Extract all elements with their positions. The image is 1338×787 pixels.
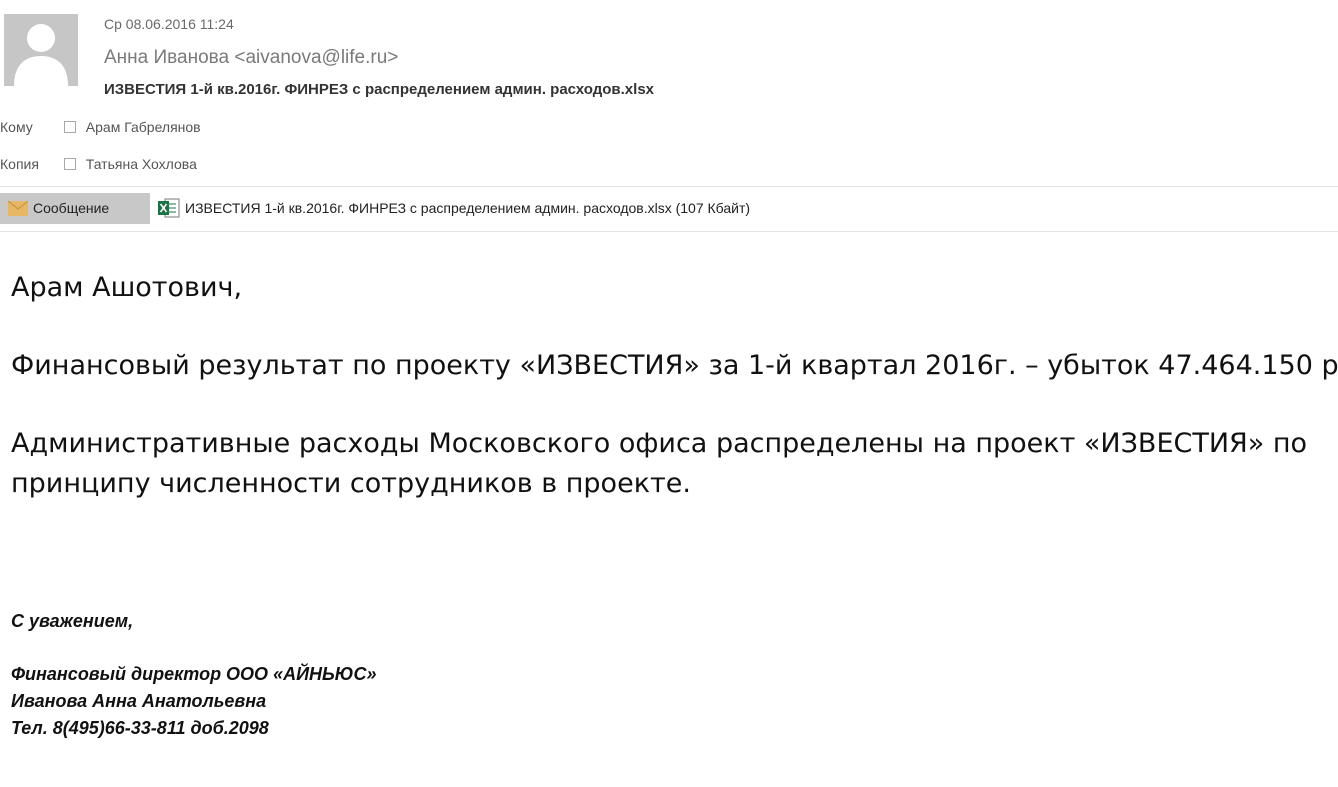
sender[interactable]: Анна Иванова <aivanova@life.ru> <box>104 46 654 70</box>
cc-label: Копия <box>0 156 39 172</box>
divider <box>0 186 1338 187</box>
signature: С уважением, Финансовый директор ООО «АЙ… <box>11 608 377 742</box>
excel-file-icon <box>158 198 180 218</box>
to-row: Кому Арам Габрелянов <box>0 116 201 138</box>
email-reading-pane: Ср 08.06.2016 11:24 Анна Иванова <aivano… <box>0 0 1338 787</box>
divider <box>0 231 1338 232</box>
signature-name: Иванова Анна Анатольевна <box>11 691 267 711</box>
avatar <box>4 14 78 86</box>
signature-regards: С уважением, <box>11 611 134 631</box>
greeting: Арам Ашотович, <box>11 272 243 303</box>
recipient-checkbox[interactable] <box>63 158 76 170</box>
to-recipient[interactable]: Арам Габрелянов <box>86 119 201 135</box>
tab-message-label: Сообщение <box>33 200 110 216</box>
attachment-bar: Сообщение ИЗВЕСТИЯ 1-й кв.2016г. ФИНРЕЗ … <box>0 193 1338 224</box>
message-header: Ср 08.06.2016 11:24 Анна Иванова <aivano… <box>104 14 654 100</box>
attachment-label: ИЗВЕСТИЯ 1-й кв.2016г. ФИНРЕЗ с распреде… <box>185 200 751 216</box>
signature-gap <box>11 635 377 661</box>
envelope-icon <box>8 201 28 216</box>
signature-title: Финансовый директор ООО «АЙНЬЮС» <box>11 664 377 684</box>
body-paragraph: Финансовый результат по проекту «ИЗВЕСТИ… <box>11 350 1338 381</box>
tab-message[interactable]: Сообщение <box>0 193 150 224</box>
to-label: Кому <box>0 119 33 135</box>
cc-row: Копия Татьяна Хохлова <box>0 153 197 175</box>
recipient-checkbox[interactable] <box>63 121 76 133</box>
signature-phone: Тел. 8(495)66-33-811 доб.2098 <box>11 718 269 738</box>
sent-date: Ср 08.06.2016 11:24 <box>104 16 234 32</box>
body-paragraph: Административные расходы Московского офи… <box>11 428 1308 499</box>
attachment-item[interactable]: ИЗВЕСТИЯ 1-й кв.2016г. ФИНРЕЗ с распреде… <box>158 193 750 224</box>
person-silhouette-icon <box>4 14 78 86</box>
cc-recipient[interactable]: Татьяна Хохлова <box>86 156 197 172</box>
subject: ИЗВЕСТИЯ 1-й кв.2016г. ФИНРЕЗ с распреде… <box>104 81 655 98</box>
